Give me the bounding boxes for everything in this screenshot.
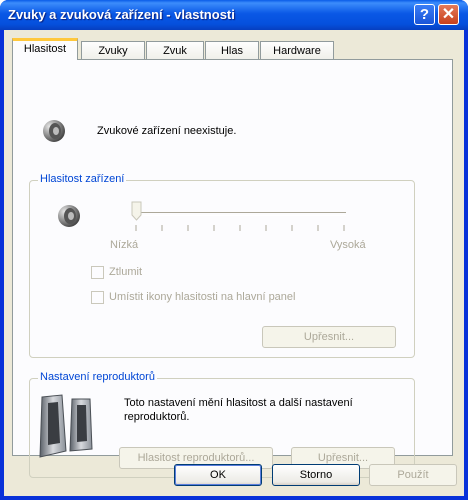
apply-button[interactable]: Použít xyxy=(369,464,457,486)
button-label: Použít xyxy=(397,469,429,481)
speaker-group: Nastavení reproduktorů Toto nastavení mě… xyxy=(29,371,415,478)
tab-label: Hlas xyxy=(220,45,243,57)
tray-icon-label: Umístit ikony hlasitosti na hlavní panel xyxy=(109,291,296,303)
window-title: Zvuky a zvuková zařízení - vlastnosti xyxy=(8,7,235,22)
speakers-icon xyxy=(39,394,93,458)
volume-speaker-icon xyxy=(58,205,80,227)
help-icon: ? xyxy=(419,6,430,23)
speaker-icon xyxy=(43,120,65,142)
tab-label: Zvuk xyxy=(163,45,187,57)
slider-min-label: Nízká xyxy=(110,239,139,251)
device-status-text: Zvukové zařízení neexistuje. xyxy=(97,125,237,137)
mute-checkbox[interactable] xyxy=(91,266,104,279)
tab-hlas[interactable]: Hlas xyxy=(205,41,259,59)
speaker-description-line2: reproduktorů. xyxy=(124,411,190,423)
speaker-group-title: Nastavení reproduktorů xyxy=(38,371,157,383)
button-label: Hlasitost reproduktorů... xyxy=(137,452,255,464)
help-button[interactable]: ? xyxy=(414,4,435,25)
button-label: Upřesnit... xyxy=(303,331,355,343)
close-icon: ✕ xyxy=(441,6,456,23)
tab-zvuky[interactable]: Zvuky xyxy=(81,41,145,59)
volume-group: Hlasitost zařízení Nízká Vysoká Ztlumit … xyxy=(29,173,415,358)
cancel-button[interactable]: Storno xyxy=(272,464,360,486)
button-label: OK xyxy=(210,469,226,481)
title-bar[interactable]: Zvuky a zvuková zařízení - vlastnosti ? … xyxy=(0,0,468,30)
volume-slider-ticks xyxy=(135,225,345,231)
ok-button[interactable]: OK xyxy=(174,464,262,486)
mute-label: Ztlumit xyxy=(109,266,142,278)
tab-zvuk[interactable]: Zvuk xyxy=(146,41,204,59)
tab-label: Zvuky xyxy=(98,45,128,57)
volume-slider-track[interactable] xyxy=(134,212,346,216)
tray-icon-checkbox[interactable] xyxy=(91,291,104,304)
slider-max-label: Vysoká xyxy=(330,239,366,251)
close-button[interactable]: ✕ xyxy=(438,4,459,25)
tab-label: Hardware xyxy=(273,45,321,57)
volume-slider-thumb[interactable] xyxy=(131,201,142,221)
button-label: Storno xyxy=(299,469,333,481)
tab-hardware[interactable]: Hardware xyxy=(260,41,334,59)
button-label: Upřesnit... xyxy=(317,452,369,464)
volume-advanced-button[interactable]: Upřesnit... xyxy=(262,326,396,348)
tab-panel-hlasitost: Zvukové zařízení neexistuje. Hlasitost z… xyxy=(12,59,453,478)
dialog-window: Zvuky a zvuková zařízení - vlastnosti ? … xyxy=(0,0,468,500)
dialog-client: Hlasitost Zvuky Zvuk Hlas Hardware Zvuko… xyxy=(4,30,464,496)
volume-group-title: Hlasitost zařízení xyxy=(38,173,127,185)
tab-label: Hlasitost xyxy=(23,43,67,55)
tab-hlasitost[interactable]: Hlasitost xyxy=(12,38,78,60)
speaker-description-line1: Toto nastavení mění hlasitost a další na… xyxy=(124,397,353,409)
